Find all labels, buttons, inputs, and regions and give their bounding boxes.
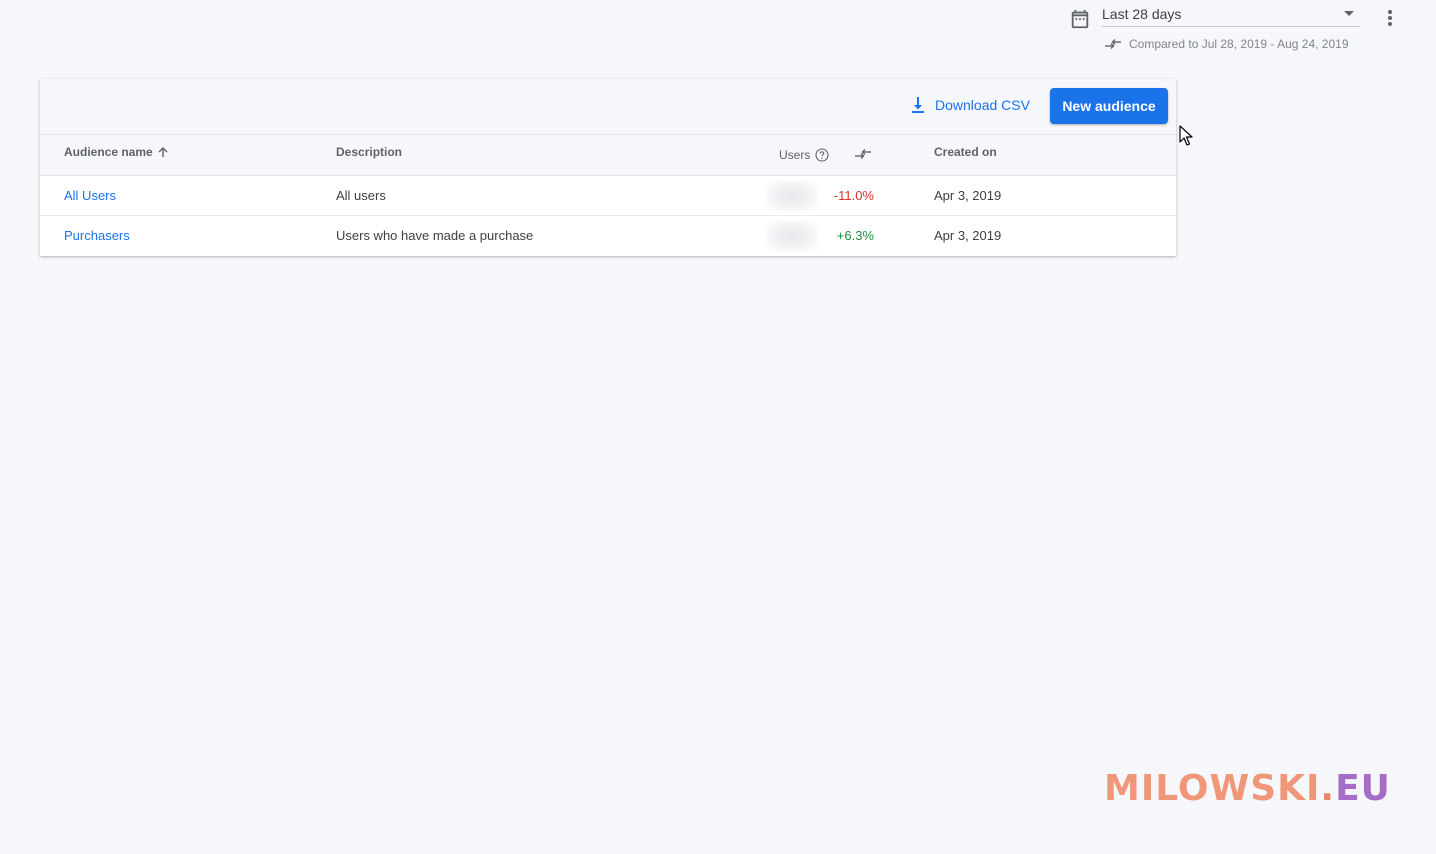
calendar-icon[interactable]: [1069, 8, 1091, 30]
watermark-logo: MILOWSKI.EU: [1104, 768, 1391, 809]
audience-name-link[interactable]: All Users: [64, 188, 116, 203]
users-header[interactable]: Users: [779, 148, 829, 162]
users-change: +6.3%: [836, 228, 874, 243]
audience-name-link[interactable]: Purchasers: [64, 228, 130, 243]
audience-description: Users who have made a purchase: [336, 228, 534, 243]
date-range-select[interactable]: Last 28 days: [1102, 4, 1360, 27]
users-change: -11.0%: [833, 188, 874, 203]
dropdown-caret-icon: [1344, 11, 1354, 16]
table-header: Audience name Description Users Created …: [40, 135, 1176, 176]
download-icon: [912, 97, 924, 113]
created-date: Apr 3, 2019: [934, 188, 1002, 203]
table-row[interactable]: Purchasers Users who have made a purchas…: [40, 216, 1176, 256]
created-date: Apr 3, 2019: [934, 228, 1002, 243]
date-range-value: Last 28 days: [1102, 6, 1182, 22]
audiences-page: Last 28 days Compared to Jul 28, 2019 - …: [0, 0, 1436, 854]
comparison-text: Compared to Jul 28, 2019 - Aug 24, 2019: [1129, 37, 1349, 51]
mouse-cursor-icon: [1179, 125, 1193, 146]
new-audience-button[interactable]: New audience: [1050, 88, 1168, 124]
comparison-header: [854, 147, 872, 161]
audience-name-header[interactable]: Audience name: [64, 145, 169, 159]
compare-arrows-icon: [855, 149, 871, 159]
table-row[interactable]: All Users All users -11.0% Apr 3, 2019: [40, 176, 1176, 216]
audiences-card: Download CSV New audience Audience name …: [40, 79, 1176, 256]
compare-arrows-icon: [1105, 39, 1121, 49]
download-csv-button[interactable]: Download CSV: [911, 97, 1030, 113]
created-on-header: Created on: [934, 145, 997, 159]
comparison-period: Compared to Jul 28, 2019 - Aug 24, 2019: [1104, 37, 1349, 51]
help-circle-icon[interactable]: [815, 148, 829, 162]
description-header: Description: [336, 145, 403, 159]
more-vert-icon[interactable]: [1380, 9, 1400, 29]
sort-up-arrow-icon: [158, 147, 168, 157]
card-toolbar: Download CSV New audience: [40, 79, 1176, 135]
audience-description: All users: [336, 188, 386, 203]
download-csv-label: Download CSV: [935, 97, 1030, 113]
